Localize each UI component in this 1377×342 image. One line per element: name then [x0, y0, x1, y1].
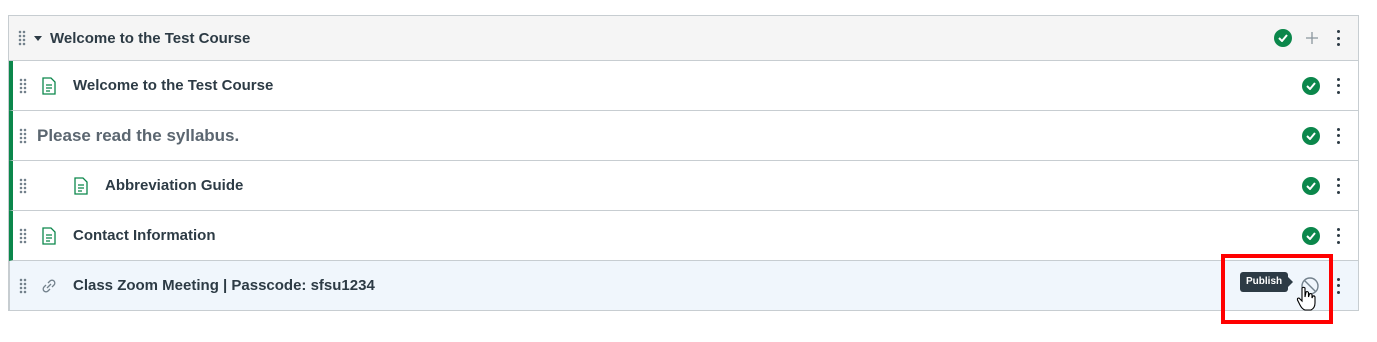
- document-icon: [42, 76, 56, 95]
- drag-handle-icon[interactable]: [19, 277, 27, 294]
- module-header[interactable]: Welcome to the Test Course: [9, 16, 1358, 61]
- item-kebab-menu-icon[interactable]: [1336, 77, 1340, 94]
- module-item-row[interactable]: Abbreviation Guide: [9, 161, 1358, 211]
- collapse-caret-icon[interactable]: [34, 35, 42, 41]
- module-subheader-title: Please read the syllabus.: [37, 125, 240, 145]
- hand-cursor-icon: [1296, 286, 1316, 311]
- module-item-row[interactable]: Welcome to the Test Course: [9, 61, 1358, 111]
- drag-handle-icon[interactable]: [19, 127, 27, 144]
- published-check-icon[interactable]: [1302, 226, 1320, 245]
- module-item-row[interactable]: Contact Information: [9, 211, 1358, 261]
- module-item-title[interactable]: Class Zoom Meeting | Passcode: sfsu1234: [73, 277, 375, 294]
- link-icon: [42, 279, 56, 292]
- module-item-title[interactable]: Welcome to the Test Course: [73, 77, 273, 94]
- item-kebab-menu-icon[interactable]: [1336, 277, 1340, 294]
- document-icon: [74, 176, 88, 195]
- drag-handle-icon[interactable]: [19, 77, 27, 94]
- module-item-title[interactable]: Contact Information: [73, 227, 216, 244]
- drag-handle-icon[interactable]: [19, 227, 27, 244]
- module-title: Welcome to the Test Course: [50, 29, 251, 47]
- item-kebab-menu-icon[interactable]: [1336, 177, 1340, 194]
- document-icon: [42, 226, 56, 245]
- item-kebab-menu-icon[interactable]: [1336, 227, 1340, 244]
- published-check-icon[interactable]: [1302, 126, 1320, 145]
- module-item-title[interactable]: Abbreviation Guide: [105, 177, 243, 194]
- module-subheader-row[interactable]: Please read the syllabus.: [9, 111, 1358, 161]
- published-check-icon[interactable]: [1274, 29, 1292, 47]
- module-kebab-menu-icon[interactable]: [1336, 30, 1340, 46]
- item-kebab-menu-icon[interactable]: [1336, 127, 1340, 144]
- module-item-row[interactable]: Class Zoom Meeting | Passcode: sfsu1234: [9, 261, 1358, 311]
- drag-handle-icon[interactable]: [18, 30, 26, 46]
- published-check-icon[interactable]: [1302, 176, 1320, 195]
- drag-handle-icon[interactable]: [19, 177, 27, 194]
- add-item-icon[interactable]: [1304, 30, 1320, 46]
- published-check-icon[interactable]: [1302, 76, 1320, 95]
- course-module: Welcome to the Test Course Welcome to th…: [8, 15, 1359, 311]
